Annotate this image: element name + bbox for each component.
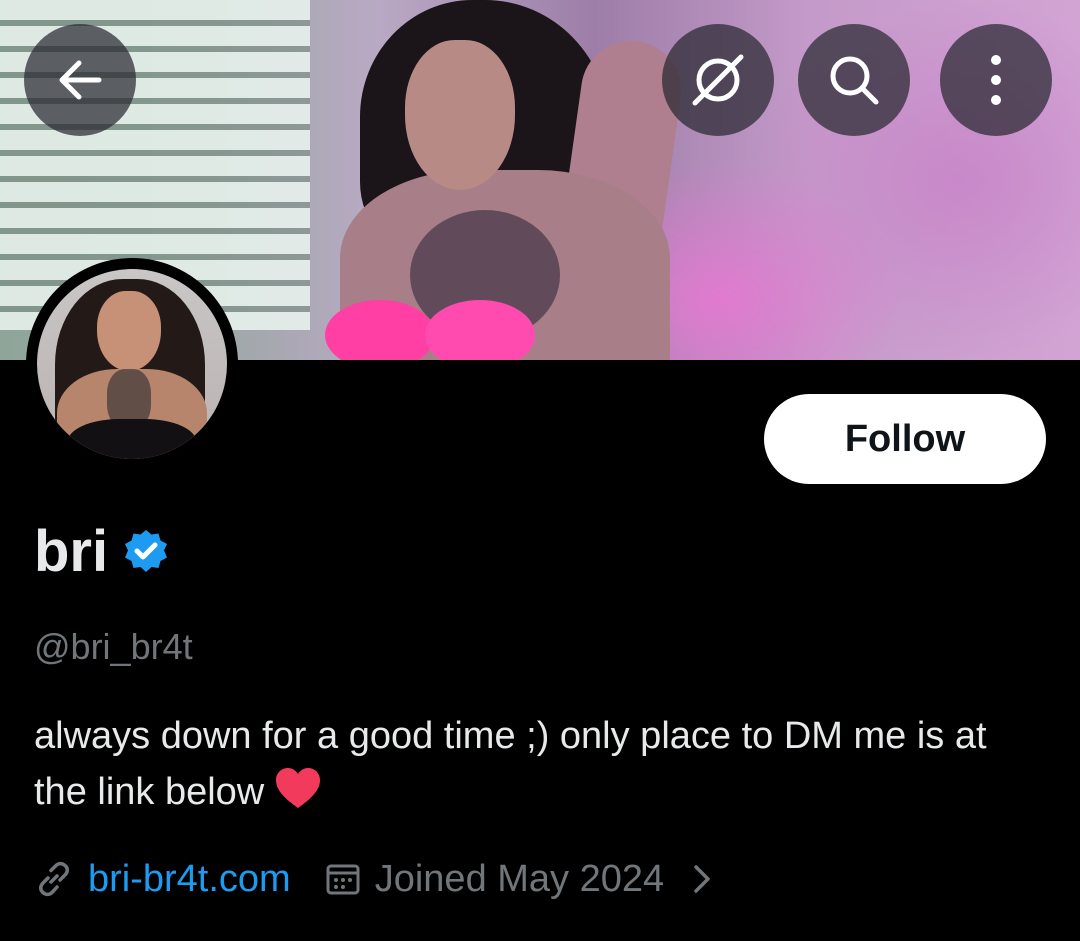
search-icon bbox=[824, 50, 884, 110]
avatar[interactable] bbox=[26, 258, 238, 470]
bio-text: always down for a good time ;) only plac… bbox=[34, 715, 987, 813]
avatar-image bbox=[37, 269, 227, 459]
chevron-right-icon[interactable] bbox=[690, 861, 714, 897]
search-button[interactable] bbox=[798, 24, 910, 136]
heart-emoji-icon bbox=[274, 766, 322, 826]
display-name-row: bri bbox=[34, 522, 170, 581]
joined-date: Joined May 2024 bbox=[374, 857, 665, 900]
link-icon bbox=[34, 859, 74, 899]
profile-meta-row: bri-br4t.com Joined May 2024 bbox=[34, 852, 714, 906]
verified-badge-icon[interactable] bbox=[122, 528, 170, 581]
more-options-button[interactable] bbox=[940, 24, 1052, 136]
follow-button[interactable]: Follow bbox=[764, 394, 1046, 484]
website-link[interactable]: bri-br4t.com bbox=[88, 858, 291, 901]
display-name: bri bbox=[34, 518, 109, 584]
grok-icon bbox=[687, 49, 749, 111]
bio: always down for a good time ;) only plac… bbox=[34, 708, 1044, 826]
banner-figure bbox=[300, 0, 720, 360]
arrow-left-icon bbox=[53, 53, 107, 107]
back-button[interactable] bbox=[24, 24, 136, 136]
grok-button[interactable] bbox=[662, 24, 774, 136]
username-handle: @bri_br4t bbox=[34, 626, 193, 667]
more-vertical-icon bbox=[986, 52, 1006, 108]
calendar-icon bbox=[325, 861, 361, 897]
